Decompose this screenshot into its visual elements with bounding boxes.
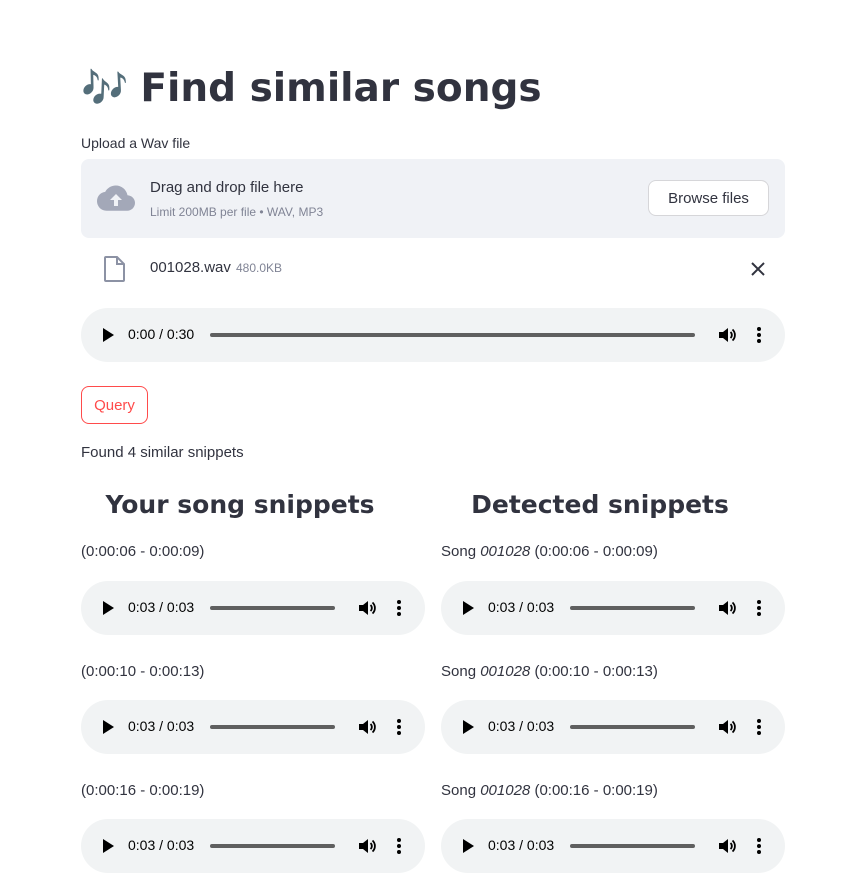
- seek-bar[interactable]: [210, 333, 695, 337]
- play-icon[interactable]: [463, 601, 474, 615]
- detected-snippet-player[interactable]: 0:03 / 0:03: [441, 819, 785, 873]
- detected-song-id: 001028: [480, 782, 531, 799]
- player-time: 0:03 / 0:03: [488, 718, 555, 734]
- close-icon[interactable]: [749, 260, 767, 278]
- browse-files-button[interactable]: Browse files: [648, 180, 769, 216]
- seek-bar[interactable]: [210, 606, 335, 610]
- your-snippet-range: (0:00:06 - 0:00:09): [81, 543, 205, 560]
- seek-bar[interactable]: [570, 725, 695, 729]
- play-icon[interactable]: [103, 720, 114, 734]
- uploaded-file-row: 001028.wav 480.0KB: [81, 250, 785, 288]
- volume-icon[interactable]: [717, 836, 737, 856]
- page-title: 🎶 Find similar songs: [81, 60, 542, 116]
- your-snippet-player[interactable]: 0:03 / 0:03: [81, 581, 425, 635]
- page-title-text: Find similar songs: [140, 65, 542, 111]
- volume-icon[interactable]: [717, 598, 737, 618]
- player-time: 0:03 / 0:03: [128, 837, 195, 853]
- volume-icon[interactable]: [357, 598, 377, 618]
- music-notes-icon: 🎶: [81, 65, 128, 110]
- dropzone-limit: Limit 200MB per file • WAV, MP3: [150, 205, 324, 219]
- detected-snippet-label: Song 001028 (0:00:16 - 0:00:19): [441, 782, 658, 799]
- play-icon[interactable]: [103, 328, 114, 342]
- more-options-icon[interactable]: [756, 836, 762, 856]
- dropzone-instructions: Drag and drop file here: [150, 179, 304, 196]
- your-snippet-range: (0:00:16 - 0:00:19): [81, 782, 205, 799]
- player-time: 0:00 / 0:30: [128, 326, 195, 342]
- player-time: 0:03 / 0:03: [128, 718, 195, 734]
- volume-icon[interactable]: [357, 717, 377, 737]
- more-options-icon[interactable]: [756, 598, 762, 618]
- volume-icon[interactable]: [357, 836, 377, 856]
- detected-snippets-heading: Detected snippets: [471, 490, 729, 519]
- your-snippet-player[interactable]: 0:03 / 0:03: [81, 700, 425, 754]
- detected-song-id: 001028: [480, 543, 531, 560]
- seek-bar[interactable]: [570, 606, 695, 610]
- play-icon[interactable]: [103, 601, 114, 615]
- volume-icon[interactable]: [717, 325, 737, 345]
- detected-snippet-player[interactable]: 0:03 / 0:03: [441, 700, 785, 754]
- more-options-icon[interactable]: [756, 325, 762, 345]
- query-button[interactable]: Query: [81, 386, 148, 424]
- uploader-label: Upload a Wav file: [81, 135, 191, 151]
- player-time: 0:03 / 0:03: [488, 837, 555, 853]
- volume-icon[interactable]: [717, 717, 737, 737]
- play-icon[interactable]: [463, 839, 474, 853]
- uploaded-file-name: 001028.wav: [150, 259, 231, 276]
- more-options-icon[interactable]: [396, 836, 402, 856]
- play-icon[interactable]: [463, 720, 474, 734]
- file-dropzone[interactable]: Drag and drop file here Limit 200MB per …: [81, 159, 785, 238]
- your-snippets-heading: Your song snippets: [105, 490, 375, 519]
- more-options-icon[interactable]: [396, 598, 402, 618]
- seek-bar[interactable]: [210, 844, 335, 848]
- seek-bar[interactable]: [210, 725, 335, 729]
- your-snippet-player[interactable]: 0:03 / 0:03: [81, 819, 425, 873]
- cloud-upload-icon: [97, 185, 135, 211]
- detected-snippet-label: Song 001028 (0:00:10 - 0:00:13): [441, 663, 658, 680]
- main-audio-player[interactable]: 0:00 / 0:30: [81, 308, 785, 362]
- your-snippet-range: (0:00:10 - 0:00:13): [81, 663, 205, 680]
- more-options-icon[interactable]: [396, 717, 402, 737]
- detected-song-id: 001028: [480, 663, 531, 680]
- detected-snippet-label: Song 001028 (0:00:06 - 0:00:09): [441, 543, 658, 560]
- player-time: 0:03 / 0:03: [128, 599, 195, 615]
- detected-snippet-player[interactable]: 0:03 / 0:03: [441, 581, 785, 635]
- uploaded-file-size: 480.0KB: [236, 261, 283, 275]
- player-time: 0:03 / 0:03: [488, 599, 555, 615]
- play-icon[interactable]: [103, 839, 114, 853]
- result-summary: Found 4 similar snippets: [81, 444, 244, 461]
- more-options-icon[interactable]: [756, 717, 762, 737]
- seek-bar[interactable]: [570, 844, 695, 848]
- file-icon: [104, 256, 125, 282]
